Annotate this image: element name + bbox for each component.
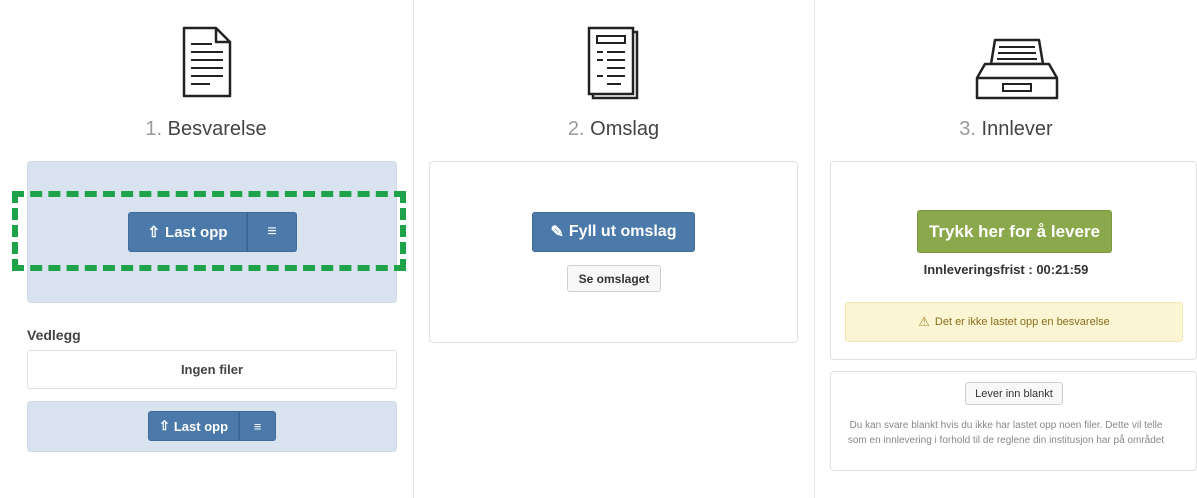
view-cover-label: Se omslaget xyxy=(578,271,650,286)
inbox-tray-icon xyxy=(975,38,1059,100)
upload-button[interactable]: ⇧ Last opp xyxy=(128,212,247,252)
form-document-icon xyxy=(587,26,639,100)
vedlegg-upload-button[interactable]: ⇧ Last opp xyxy=(148,411,239,441)
deadline-text: Innleveringsfrist : 00:21:59 xyxy=(923,262,1089,277)
upload-button-label: Last opp xyxy=(165,223,228,241)
besvarelse-upload-group: ⇧ Last opp ≡ xyxy=(128,212,297,252)
upload-menu-button[interactable]: ≡ xyxy=(247,212,297,252)
submit-button-label: Trykk her for å levere xyxy=(928,221,1101,241)
upload-button-label: Last opp xyxy=(173,418,229,434)
warning-text: Det er ikke lastet opp en besvarelse xyxy=(934,316,1110,328)
submit-blank-button[interactable]: Lever inn blankt xyxy=(965,382,1063,405)
blank-info-text: Du kan svare blankt hvis du ikke har las… xyxy=(847,420,1165,446)
submit-blank-label: Lever inn blankt xyxy=(975,387,1053,400)
step-besvarelse: 1. Besvarelse ⇧ Last opp ≡ Vedlegg Ingen… xyxy=(0,0,412,498)
view-cover-button[interactable]: Se omslaget xyxy=(567,265,661,292)
document-icon xyxy=(182,26,232,98)
hamburger-icon: ≡ xyxy=(267,223,277,240)
step-number: 2. xyxy=(567,118,585,140)
hamburger-icon: ≡ xyxy=(253,418,262,434)
vedlegg-upload-menu-button[interactable]: ≡ xyxy=(239,411,276,441)
warning-icon: ⚠ xyxy=(918,314,930,329)
fill-cover-button[interactable]: ✎ Fyll ut omslag xyxy=(532,212,695,252)
warning-alert: ⚠ Det er ikke lastet opp en besvarelse xyxy=(845,302,1183,342)
omslag-panel xyxy=(429,161,798,343)
upload-icon: ⇧ xyxy=(147,224,161,241)
pencil-icon: ✎ xyxy=(550,224,564,241)
step-title-besvarelse: 1. Besvarelse xyxy=(0,118,412,141)
vedlegg-upload-group: ⇧ Last opp ≡ xyxy=(148,411,276,441)
step-innlever: 3. Innlever Trykk her for å levere Innle… xyxy=(815,0,1197,498)
upload-icon: ⇧ xyxy=(158,418,170,433)
step-label: Innlever xyxy=(981,118,1053,140)
submit-button[interactable]: Trykk her for å levere xyxy=(917,210,1112,253)
step-number: 1. xyxy=(145,118,163,140)
step-label: Besvarelse xyxy=(167,118,267,140)
step-title-innlever: 3. Innlever xyxy=(815,118,1197,141)
step-label: Omslag xyxy=(590,118,660,140)
step-number: 3. xyxy=(959,118,976,140)
step-title-omslag: 2. Omslag xyxy=(414,118,813,141)
empty-files-text: Ingen filer xyxy=(180,362,244,377)
vedlegg-file-list: Ingen filer xyxy=(27,350,397,389)
fill-cover-label: Fyll ut omslag xyxy=(568,223,677,240)
step-omslag: 2. Omslag ✎ Fyll ut omslag Se omslaget xyxy=(414,0,813,498)
vedlegg-heading: Vedlegg xyxy=(27,327,81,343)
